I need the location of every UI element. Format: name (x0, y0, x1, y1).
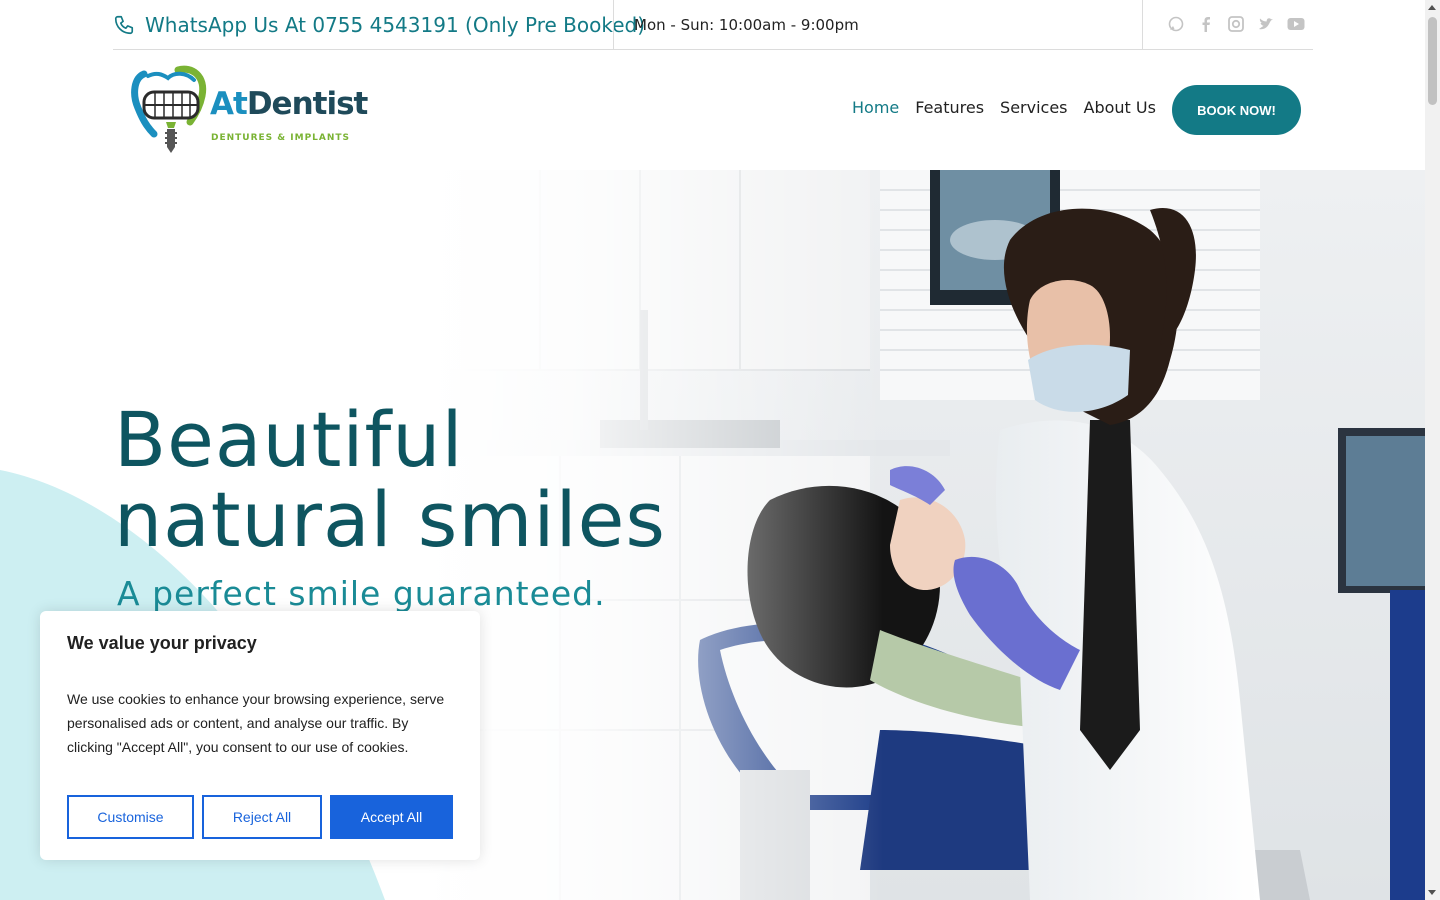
nav-item-services[interactable]: Services (1000, 98, 1067, 117)
tooth-logo-icon (131, 65, 207, 153)
cookie-description: We use cookies to enhance your browsing … (67, 691, 445, 755)
cookie-title: We value your privacy (67, 633, 257, 653)
whatsapp-link[interactable]: WhatsApp Us At 0755 4543191 (Only Pre Bo… (113, 0, 645, 49)
brand-suffix: Dentist (246, 86, 369, 122)
scroll-down-arrow-icon[interactable] (1428, 890, 1436, 895)
nav-item-features[interactable]: Features (915, 98, 984, 117)
brand-tagline: DENTURES & IMPLANTS (211, 133, 351, 143)
hero-title-line-1: Beautiful (114, 395, 464, 484)
facebook-icon[interactable] (1197, 12, 1215, 36)
hero-subtitle: A perfect smile guaranteed. (117, 574, 606, 613)
brand-name: AtDentist (210, 86, 369, 122)
site-header: AtDentist DENTURES & IMPLANTS Home Featu… (0, 50, 1425, 170)
brand-prefix: At (210, 86, 248, 122)
hero-title: Beautiful natural smiles (114, 400, 666, 560)
accept-all-button[interactable]: Accept All (330, 795, 453, 839)
top-bar: WhatsApp Us At 0755 4543191 (Only Pre Bo… (113, 0, 1313, 50)
divider (613, 0, 614, 49)
hero-title-line-2: natural smiles (114, 475, 667, 564)
instagram-icon[interactable] (1227, 12, 1245, 36)
twitter-icon[interactable] (1257, 12, 1275, 36)
book-now-button[interactable]: BOOK NOW! (1172, 85, 1301, 135)
opening-hours: Mon - Sun: 10:00am - 9:00pm (634, 15, 859, 34)
logo[interactable]: AtDentist DENTURES & IMPLANTS (130, 62, 370, 157)
scrollbar-thumb[interactable] (1428, 17, 1437, 105)
whatsapp-icon[interactable] (1167, 12, 1185, 36)
customise-button[interactable]: Customise (67, 795, 194, 839)
youtube-icon[interactable] (1287, 12, 1305, 36)
reject-all-button[interactable]: Reject All (202, 795, 322, 839)
divider (1142, 0, 1143, 49)
social-links (1167, 12, 1305, 36)
cookie-consent-banner: We value your privacy We use cookies to … (40, 611, 480, 860)
nav-item-home[interactable]: Home (852, 98, 899, 117)
nav-item-about-us[interactable]: About Us (1084, 98, 1156, 117)
whatsapp-text[interactable]: WhatsApp Us At 0755 4543191 (Only Pre Bo… (145, 13, 645, 37)
page-scrollbar[interactable] (1425, 0, 1440, 900)
phone-icon (114, 15, 134, 34)
scroll-up-arrow-icon[interactable] (1428, 5, 1436, 10)
main-nav: Home Features Services About Us (852, 98, 1156, 117)
